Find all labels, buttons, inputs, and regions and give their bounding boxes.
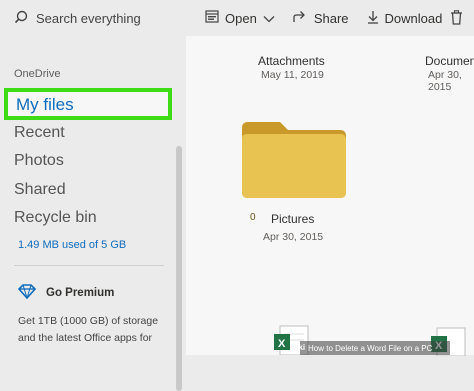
share-button[interactable]: Share (293, 10, 349, 26)
search-input[interactable]: Search everything (36, 11, 141, 26)
file-name-pictures[interactable]: Pictures (271, 212, 314, 226)
download-button[interactable]: Download (367, 10, 443, 27)
share-label: Share (313, 10, 349, 26)
go-premium-label: Go Premium (46, 287, 115, 299)
sidebar: OneDrive My files Recent Photos Shared R… (0, 36, 185, 391)
delete-icon[interactable] (450, 10, 463, 30)
divider (14, 265, 164, 266)
diamond-icon (17, 284, 37, 302)
folder-item-count: 0 (250, 212, 256, 223)
storage-usage-link[interactable]: 1.49 MB used of 5 GB (18, 239, 126, 251)
file-date: Apr 30, 2015 (263, 231, 324, 243)
sidebar-item-my-files[interactable]: My files (4, 88, 172, 120)
section-label-onedrive: OneDrive (14, 68, 61, 80)
search-box[interactable]: Search everything (0, 0, 184, 36)
sidebar-item-recent[interactable]: Recent (14, 124, 65, 142)
folder-icon[interactable] (242, 122, 346, 203)
open-icon (205, 10, 219, 26)
file-date: Apr 30, 2015 (428, 69, 462, 93)
command-bar: Open Share Download (205, 0, 460, 36)
sidebar-scrollbar[interactable] (176, 146, 182, 391)
watermark-logo: wiki (290, 343, 306, 352)
download-label: Download (384, 10, 443, 26)
open-button[interactable]: Open (205, 10, 275, 26)
svg-text:X: X (278, 338, 286, 350)
top-bar: Search everything Open Share Download (0, 0, 474, 36)
watermark-caption: How to Delete a Word File on a PC (300, 341, 450, 355)
chevron-down-icon[interactable] (263, 11, 275, 26)
sidebar-item-label: My files (16, 95, 74, 114)
download-icon (367, 10, 379, 27)
search-icon (14, 10, 28, 27)
sidebar-item-recycle-bin[interactable]: Recycle bin (14, 209, 97, 227)
share-icon (293, 10, 308, 26)
file-name-documents[interactable]: Documen (425, 54, 474, 68)
go-premium-link[interactable]: Go Premium (17, 284, 115, 302)
sidebar-item-shared[interactable]: Shared (14, 181, 66, 199)
file-date: May 11, 2019 (261, 69, 324, 81)
premium-description: Get 1TB (1000 GB) of storage and the lat… (18, 315, 159, 344)
file-grid: Attachments May 11, 2019 Documen Apr 30,… (186, 36, 474, 357)
sidebar-item-photos[interactable]: Photos (14, 152, 64, 170)
file-name-attachments[interactable]: Attachments (258, 54, 325, 68)
open-label: Open (225, 10, 257, 26)
